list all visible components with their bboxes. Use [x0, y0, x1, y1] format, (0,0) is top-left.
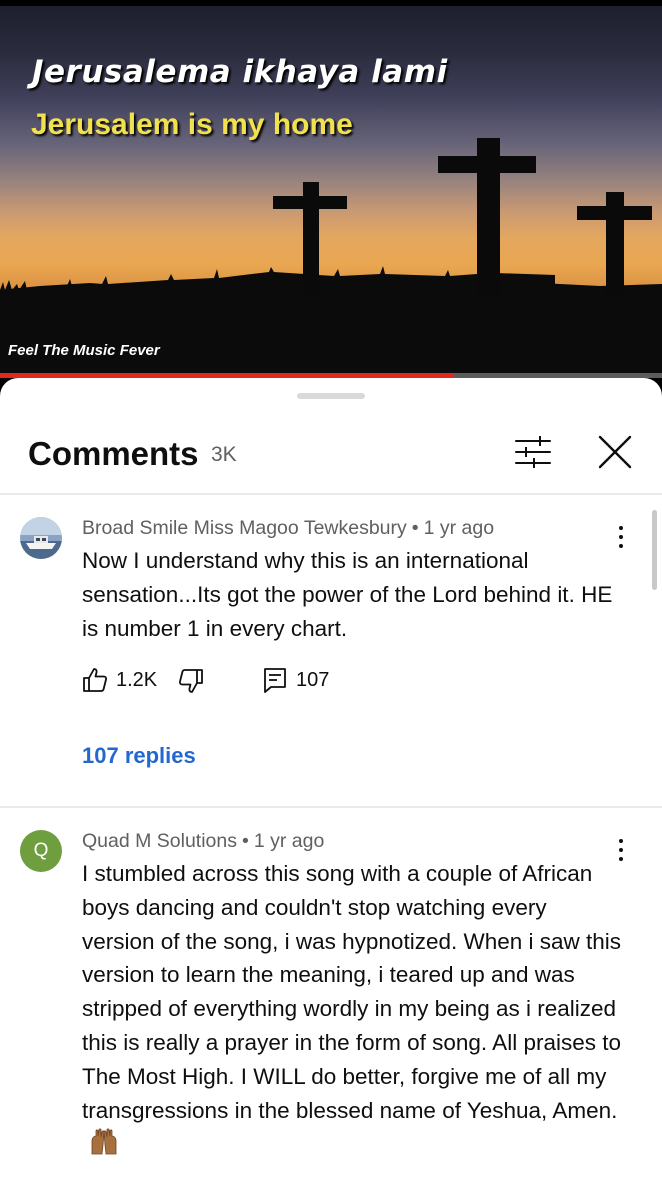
close-icon[interactable]	[596, 433, 634, 471]
channel-watermark: Feel The Music Fever	[8, 342, 160, 359]
meta-separator: •	[411, 517, 419, 539]
sliders-icon[interactable]	[513, 434, 553, 470]
comment-meta: Quad M Solutions • 1 yr ago	[82, 830, 324, 853]
comment-author[interactable]: Broad Smile Miss Magoo Tewkesbury	[82, 517, 407, 539]
comment-item: Q Quad M Solutions • 1 yr ago I stumbled a…	[0, 808, 662, 1200]
raised-hands-emoji	[91, 1128, 117, 1155]
comment-text: I stumbled across this song with a coupl…	[82, 861, 622, 1123]
comments-header: Comments 3K	[0, 418, 662, 494]
thumbs-up-icon[interactable]	[82, 667, 108, 693]
view-replies-link[interactable]: 107 replies	[82, 743, 196, 769]
sheet-drag-handle[interactable]	[297, 393, 365, 399]
boat-photo-icon	[20, 517, 62, 559]
comment-meta: Broad Smile Miss Magoo Tewkesbury • 1 yr a…	[82, 517, 494, 540]
like-count: 1.2K	[116, 669, 158, 691]
comment-item: Broad Smile Miss Magoo Tewkesbury • 1 yr a…	[0, 495, 662, 806]
comments-title: Comments	[28, 435, 199, 472]
video-title-line-2: Jerusalem is my home	[31, 108, 353, 141]
comments-count: 3K	[211, 443, 237, 466]
comments-sheet: Comments 3K Broad Smile Miss Magoo Tewke…	[0, 378, 662, 1200]
comment-text: Now I understand why this is an internat…	[82, 548, 613, 641]
comment-age: 1 yr ago	[423, 517, 495, 539]
thumbs-down-icon[interactable]	[178, 668, 204, 694]
video-player[interactable]: Jerusalema ikhaya lami Jerusalem is my h…	[0, 0, 662, 378]
reply-comment-icon[interactable]	[263, 667, 287, 693]
meta-separator: •	[242, 830, 249, 852]
comment-author[interactable]: Quad M Solutions	[82, 830, 237, 852]
avatar[interactable]	[20, 517, 62, 559]
comment-age: 1 yr ago	[253, 830, 325, 852]
video-title-line-1: Jerusalema ikhaya lami	[32, 54, 448, 90]
avatar[interactable]: Q	[20, 830, 62, 872]
reply-count: 107	[296, 669, 330, 691]
comment-text-block: I stumbled across this song with a coupl…	[82, 857, 622, 1161]
comment-actions: 1.2K 107	[82, 663, 382, 697]
